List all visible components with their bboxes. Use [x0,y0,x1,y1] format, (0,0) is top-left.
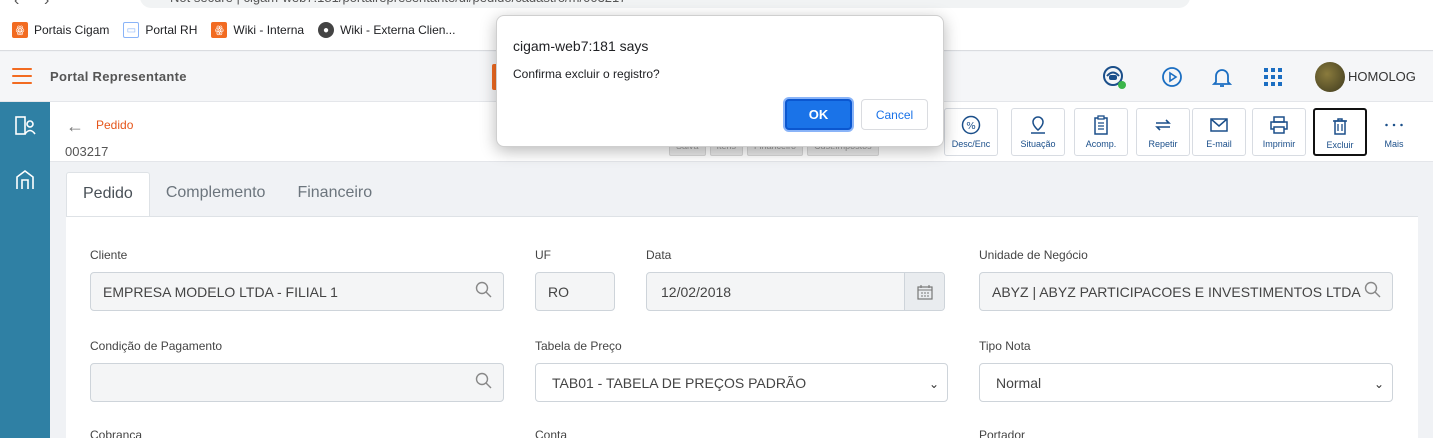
data-field[interactable]: 12/02/2018 [646,272,945,311]
form-tabs: Pedido Complemento Financeiro [66,172,388,217]
condicao-label: Condição de Pagamento [90,339,223,353]
toolbar-label: Desc/Enc [951,139,991,149]
ok-button[interactable]: OK [785,99,852,130]
imprimir-button[interactable]: Imprimir [1252,108,1306,156]
user-avatar[interactable] [1315,62,1345,92]
chevron-down-icon: ⌄ [1373,377,1384,391]
back-arrow-icon[interactable]: ← [66,116,84,137]
bookmark-label: Wiki - Externa Clien... [340,23,456,37]
globe-icon: ● [318,22,335,38]
breadcrumb[interactable]: Pedido [96,118,133,132]
repetir-button[interactable]: Repetir [1136,108,1190,156]
calendar-icon[interactable] [904,273,944,310]
bookmark-label: Portal RH [145,23,198,37]
toolbar-label: Repetir [1148,139,1178,149]
notification-bell-icon[interactable] [1208,63,1236,91]
confirm-dialog: cigam-web7:181 says Confirma excluir o r… [496,15,944,147]
address-bar[interactable]: Not secure | cigam-web7:181/portalrepres… [140,0,1190,8]
clipboard-icon [1091,115,1111,135]
tipo-nota-select[interactable]: Normal ⌄ [979,363,1393,402]
tab-pedido[interactable]: Pedido [66,172,150,217]
chevron-down-icon: ⌄ [928,377,939,391]
uf-value: RO [548,284,569,300]
toolbar-label: E-mail [1206,139,1232,149]
cliente-label: Cliente [90,248,128,262]
left-sidebar [0,102,50,438]
form-panel: Cliente EMPRESA MODELO LTDA - FILIAL 1 U… [66,216,1418,438]
user-name[interactable]: HOMOLOG [1348,69,1416,84]
search-icon[interactable] [475,281,493,299]
tabela-value: TAB01 - TABELA DE PREÇOS PADRÃO [552,375,807,391]
toolbar-label: Excluir [1326,140,1354,150]
location-pin-icon [1028,115,1048,135]
sidebar-item-clients[interactable] [13,114,37,138]
unidade-value: ABYZ | ABYZ PARTICIPACOES E INVESTIMENTO… [992,284,1361,300]
mais-button[interactable]: Mais [1367,108,1421,156]
toolbar-label: Imprimir [1262,139,1296,149]
situacao-button[interactable]: Situação [1011,108,1065,156]
email-icon [1209,115,1229,135]
repeat-icon [1153,115,1173,135]
orange-bookmark-icon: ꙮ [211,22,228,38]
toolbar-label: Situação [1020,139,1056,149]
tabela-select[interactable]: TAB01 - TABELA DE PREÇOS PADRÃO ⌄ [535,363,948,402]
data-value: 12/02/2018 [661,284,732,300]
trash-icon [1330,116,1350,136]
tipo-nota-label: Tipo Nota [979,339,1031,353]
data-label: Data [646,248,672,262]
bookmark-wiki-interna[interactable]: ꙮ Wiki - Interna [211,22,304,38]
percent-icon: % [961,115,981,135]
unidade-label: Unidade de Negócio [979,248,1088,262]
search-icon[interactable] [475,372,493,390]
order-number: 003217 [65,144,109,159]
desc-enc-button[interactable]: % Desc/Enc [944,108,998,156]
bookmark-portais-cigam[interactable]: ꙮ Portais Cigam [12,22,109,38]
portador-label: Portador [979,428,1026,438]
orange-bookmark-icon: ꙮ [12,22,28,38]
printer-icon [1269,115,1289,135]
portal-title: Portal Representante [50,69,187,84]
excluir-button[interactable]: Excluir [1313,108,1367,156]
cliente-value: EMPRESA MODELO LTDA - FILIAL 1 [103,284,338,300]
condicao-field[interactable] [90,363,504,402]
toolbar-label: Acomp. [1085,139,1117,149]
cliente-field[interactable]: EMPRESA MODELO LTDA - FILIAL 1 [90,272,504,311]
tabela-label: Tabela de Preço [535,339,622,353]
forward-nav-icon[interactable]: › [44,0,49,10]
dialog-message: Confirma excluir o registro? [513,67,660,81]
unidade-field[interactable]: ABYZ | ABYZ PARTICIPACOES E INVESTIMENTO… [979,272,1393,311]
more-dots-icon [1384,115,1404,135]
support-chat-icon[interactable] [1100,63,1128,91]
uf-label: UF [535,248,551,262]
browser-toolbar: ‹ › Not secure | cigam-web7:181/portalre… [0,0,1433,10]
tab-complemento[interactable]: Complemento [150,172,282,217]
bookmark-wiki-externa[interactable]: ● Wiki - Externa Clien... [318,22,455,38]
apps-grid-icon[interactable] [1259,63,1287,91]
bookmark-label: Wiki - Interna [233,23,305,37]
email-button[interactable]: E-mail [1192,108,1246,156]
bookmark-portal-rh[interactable]: ▭ Portal RH [123,22,197,38]
chat-bookmark-icon: ▭ [123,22,140,38]
uf-field[interactable]: RO [535,272,615,311]
cancel-button[interactable]: Cancel [861,99,928,130]
back-nav-icon[interactable]: ‹ [14,0,19,10]
toolbar-label: Mais [1384,139,1404,149]
sidebar-item-store[interactable] [13,168,37,192]
tipo-nota-value: Normal [996,375,1042,391]
conta-label: Conta [535,428,568,438]
acomp-button[interactable]: Acomp. [1074,108,1128,156]
svg-text:%: % [966,121,976,132]
dialog-title: cigam-web7:181 says [513,38,649,54]
search-icon[interactable] [1364,281,1382,299]
menu-hamburger-icon[interactable] [12,68,32,84]
play-video-icon[interactable] [1158,63,1186,91]
bookmark-label: Portais Cigam [34,23,110,37]
tab-financeiro[interactable]: Financeiro [281,172,388,217]
cobranca-label: Cobranca [90,428,143,438]
